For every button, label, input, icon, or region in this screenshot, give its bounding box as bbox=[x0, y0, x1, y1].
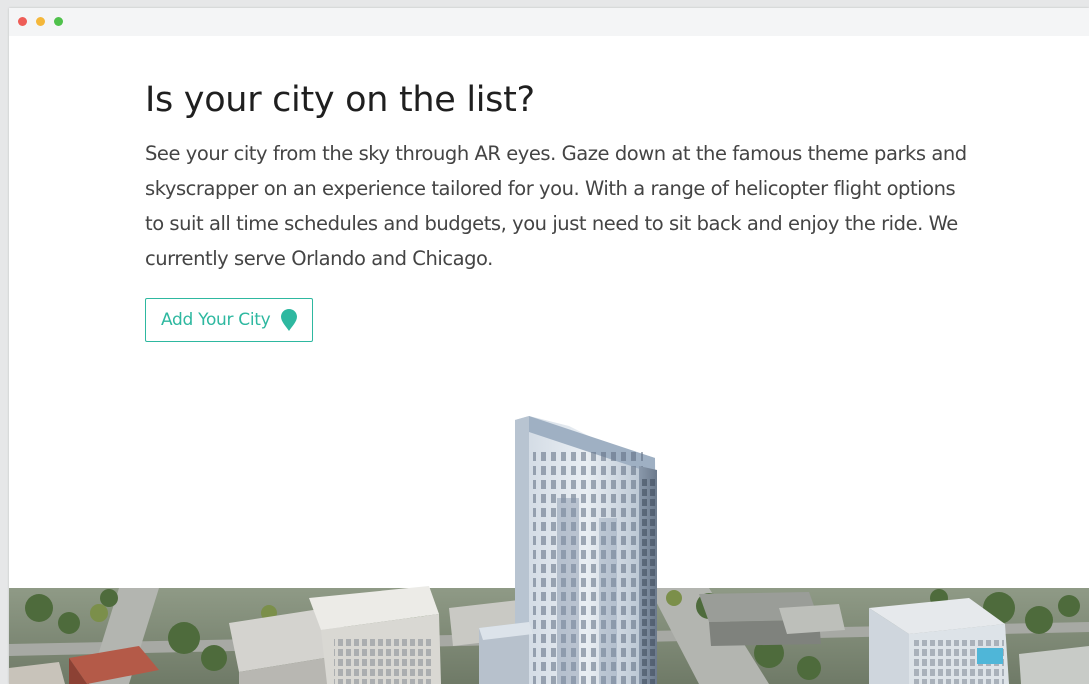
page-heading: Is your city on the list? bbox=[145, 80, 535, 120]
map-pin-icon bbox=[281, 309, 298, 331]
window-close-button[interactable] bbox=[18, 17, 27, 26]
aerial-city-illustration bbox=[9, 416, 1089, 684]
section-description: See your city from the sky through AR ey… bbox=[145, 142, 967, 270]
city-list-section: Is your city on the list? See your city … bbox=[145, 78, 975, 276]
add-your-city-button[interactable]: Add Your City bbox=[145, 298, 314, 342]
window-maximize-button[interactable] bbox=[54, 17, 63, 26]
browser-window: Is your city on the list? See your city … bbox=[9, 8, 1089, 684]
window-titlebar bbox=[9, 8, 1089, 36]
aerial-city-image bbox=[9, 408, 1089, 684]
window-minimize-button[interactable] bbox=[36, 17, 45, 26]
add-your-city-label: Add Your City bbox=[161, 310, 271, 330]
